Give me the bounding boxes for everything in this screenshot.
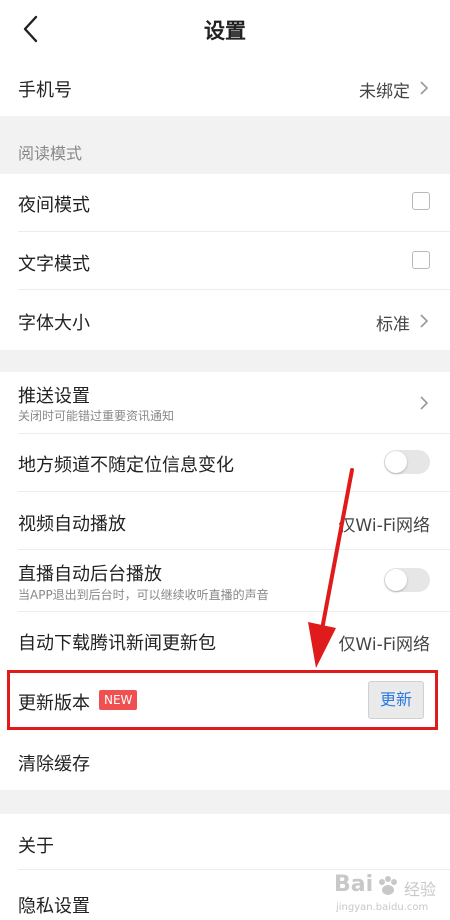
night-mode-label: 夜间模式 <box>18 195 90 216</box>
auto-download-value: 仅Wi-Fi网络 <box>338 635 430 655</box>
section-gap <box>0 350 450 372</box>
live-background-toggle[interactable] <box>384 568 430 592</box>
font-size-label: 字体大小 <box>18 313 90 334</box>
page-title: 设置 <box>204 19 246 43</box>
font-size-value: 标准 <box>376 315 410 335</box>
push-sub: 关闭时可能错过重要资讯通知 <box>18 409 175 423</box>
section-title-reading: 阅读模式 <box>18 144 83 163</box>
local-channel-row: 地方频道不随定位信息变化 <box>0 434 450 492</box>
about-row[interactable]: 关于 <box>0 814 450 870</box>
privacy-label: 隐私设置 <box>18 896 90 917</box>
section-gap <box>0 790 450 814</box>
video-autoplay-value: 仅Wi-Fi网络 <box>338 516 430 536</box>
phone-value: 未绑定 <box>359 82 410 102</box>
local-channel-toggle[interactable] <box>384 450 430 474</box>
chevron-right-icon <box>420 314 429 328</box>
video-autoplay-row[interactable]: 视频自动播放 仅Wi-Fi网络 <box>0 492 450 550</box>
live-background-label: 直播自动后台播放 <box>18 564 162 585</box>
clear-cache-label: 清除缓存 <box>18 754 90 775</box>
nav-header: 设置 <box>0 0 450 58</box>
clear-cache-row[interactable]: 清除缓存 <box>0 732 450 790</box>
live-background-row: 直播自动后台播放 当APP退出到后台时，可以继续收听直播的声音 <box>0 550 450 612</box>
auto-download-label: 自动下载腾讯新闻更新包 <box>18 633 216 654</box>
highlight-annotation-box <box>7 670 438 730</box>
watermark-brand: Bai <box>334 872 374 897</box>
live-background-sub: 当APP退出到后台时，可以继续收听直播的声音 <box>18 588 269 602</box>
paw-icon <box>379 876 397 895</box>
font-size-row[interactable]: 字体大小 标准 <box>0 290 450 350</box>
text-mode-checkbox[interactable] <box>412 251 430 269</box>
push-label: 推送设置 <box>18 386 90 407</box>
watermark-url: jingyan.baidu.com <box>336 902 429 913</box>
phone-label: 手机号 <box>18 80 72 101</box>
night-mode-row[interactable]: 夜间模式 <box>0 174 450 232</box>
phone-row[interactable]: 手机号 未绑定 <box>0 58 450 116</box>
text-mode-row[interactable]: 文字模式 <box>0 232 450 290</box>
toggle-knob <box>385 569 407 591</box>
text-mode-label: 文字模式 <box>18 254 90 275</box>
watermark-cn: 经验 <box>404 880 437 899</box>
auto-download-row[interactable]: 自动下载腾讯新闻更新包 仅Wi-Fi网络 <box>0 612 450 670</box>
push-settings-row[interactable]: 推送设置 关闭时可能错过重要资讯通知 <box>0 372 450 434</box>
video-autoplay-label: 视频自动播放 <box>18 514 126 535</box>
chevron-right-icon <box>420 396 429 410</box>
chevron-right-icon <box>420 81 429 95</box>
baidu-watermark: Bai 经验 jingyan.baidu.com <box>332 868 444 918</box>
night-mode-checkbox[interactable] <box>412 192 430 210</box>
local-channel-label: 地方频道不随定位信息变化 <box>18 455 234 476</box>
toggle-knob <box>385 451 407 473</box>
about-label: 关于 <box>18 836 54 857</box>
section-reading-mode: 阅读模式 <box>0 116 450 174</box>
